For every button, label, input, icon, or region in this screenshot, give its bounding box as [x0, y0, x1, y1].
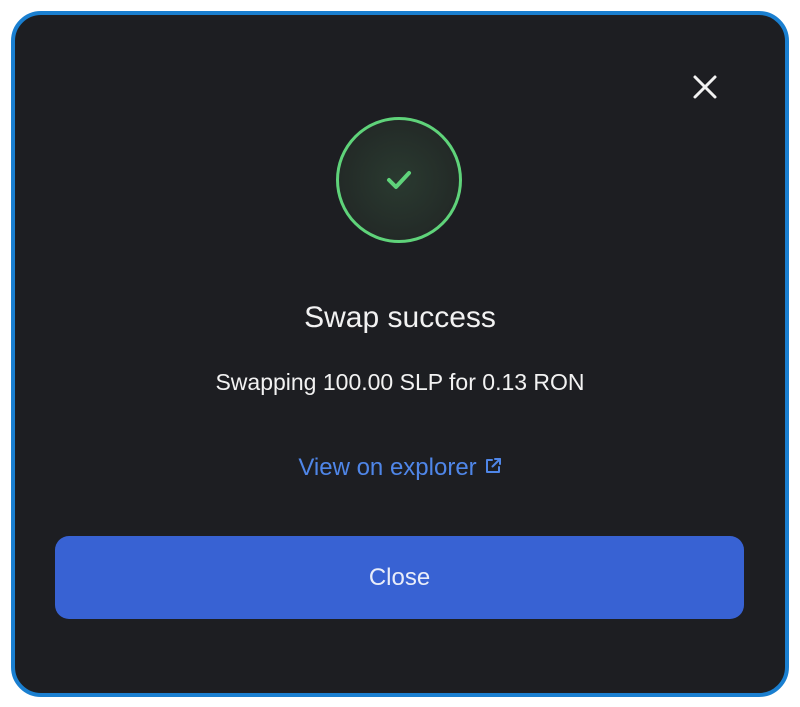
- external-link-icon: [485, 458, 501, 473]
- close-icon: [693, 75, 717, 99]
- success-status-circle: [336, 117, 462, 243]
- close-button[interactable]: Close: [55, 536, 744, 619]
- dialog-title: Swap success: [304, 301, 496, 334]
- checkmark-icon: [387, 171, 411, 189]
- view-on-explorer-link[interactable]: View on explorer: [0, 450, 800, 486]
- dismiss-button[interactable]: [680, 62, 730, 112]
- swap-summary: Swapping 100.00 SLP for 0.13 RON: [215, 369, 585, 395]
- explorer-link-label: View on explorer: [298, 454, 477, 481]
